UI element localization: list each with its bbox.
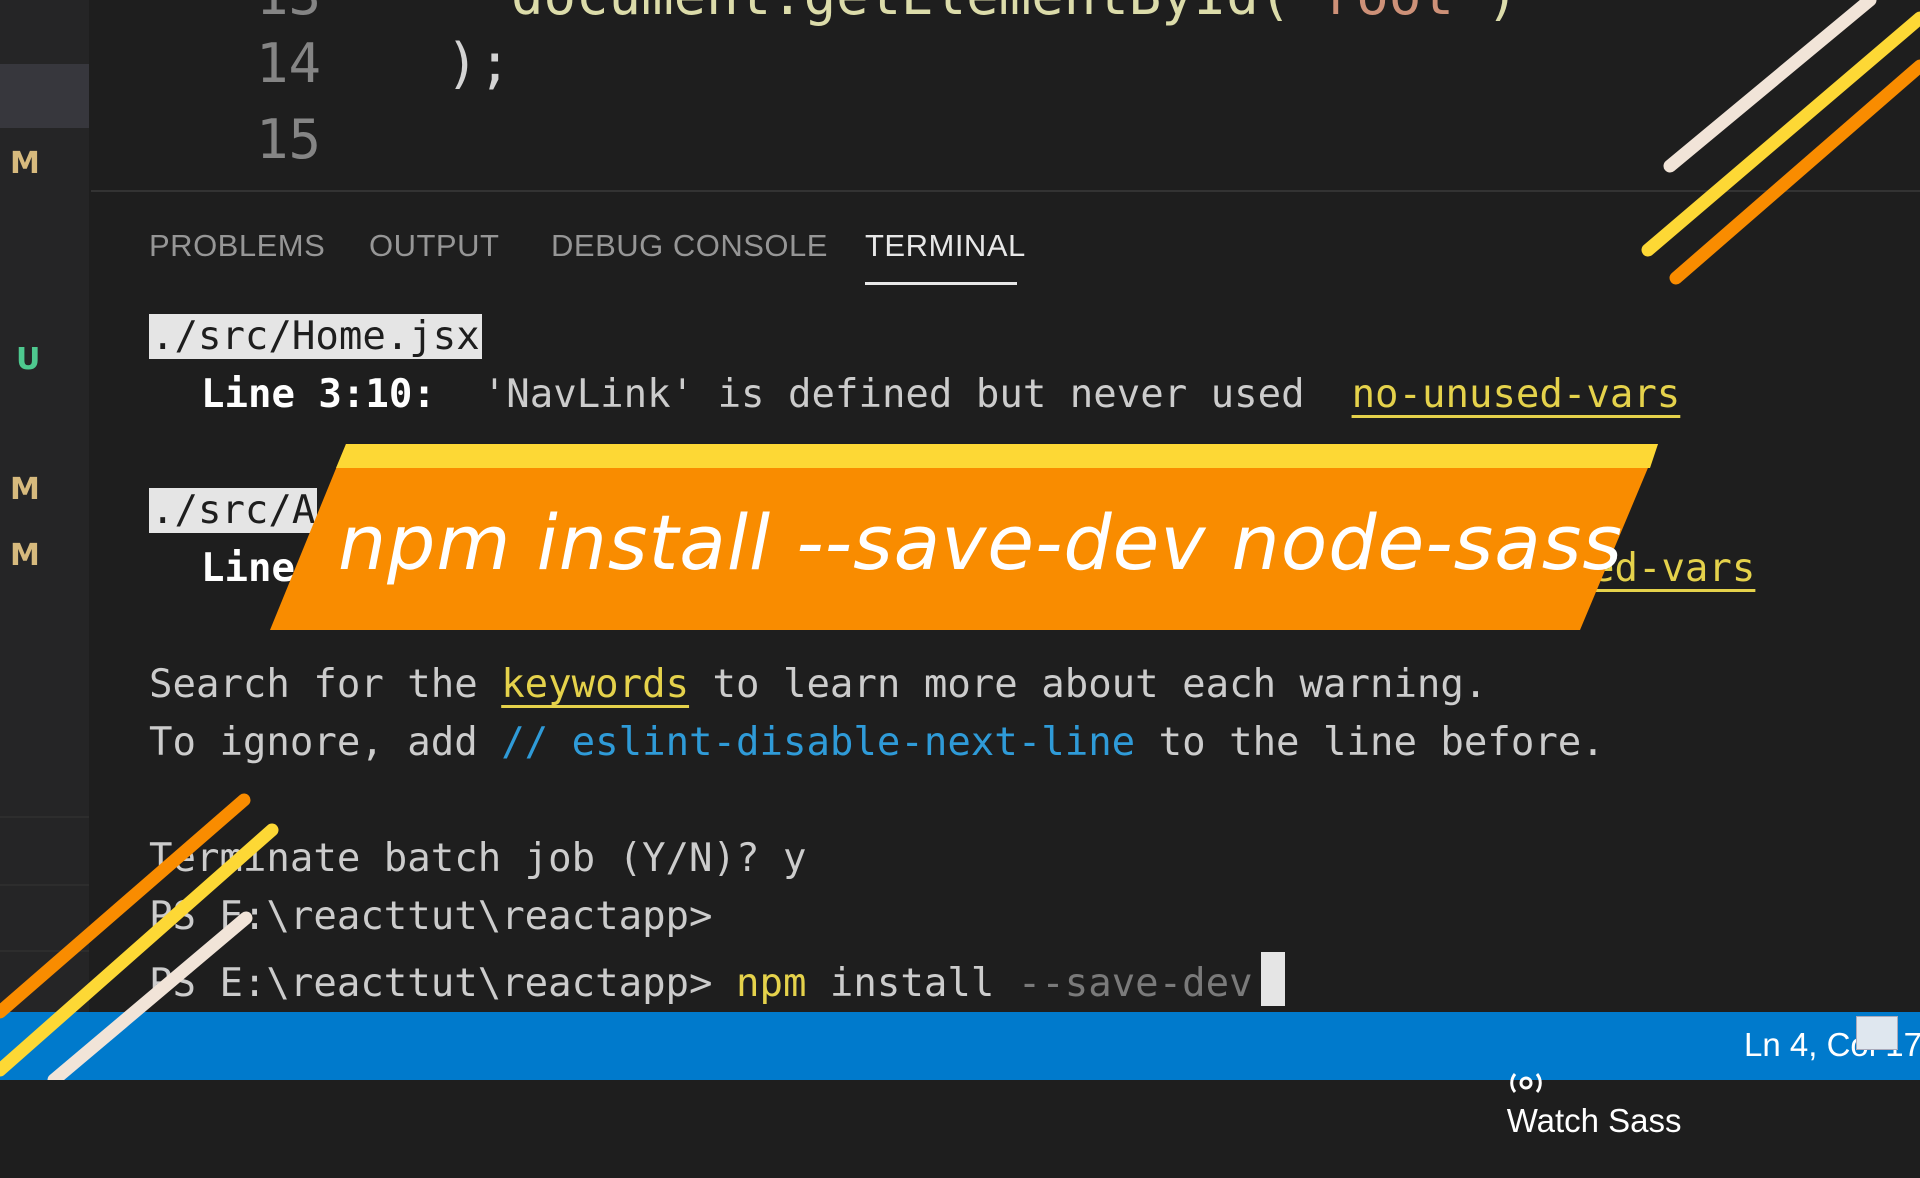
tab-problems[interactable]: PROBLEMS	[149, 228, 325, 264]
code-line[interactable]: document.getElementById('root')	[446, 0, 1519, 27]
explorer-divider	[0, 950, 89, 952]
line-number: 14	[255, 32, 321, 95]
ignore-hint: To ignore, add // eslint-disable-next-li…	[149, 720, 1605, 765]
terminal[interactable]: ./src/Home.jsx Line 3:10: 'NavLink' is d…	[91, 300, 1920, 1012]
status-bar: Watch Sass Ln 4, Col 17	[0, 1012, 1920, 1139]
channel-logo	[1856, 1016, 1898, 1050]
line-number: 15	[255, 108, 321, 171]
warning-line: Line 3:10: 'NavLink' is defined but neve…	[201, 372, 1681, 417]
git-status-modified: M	[10, 146, 40, 181]
tab-debug-console[interactable]: DEBUG CONSOLE	[551, 228, 828, 264]
terminate-prompt: Terminate batch job (Y/N)? y	[149, 836, 807, 881]
explorer-divider	[0, 884, 89, 886]
text-cursor	[1260, 952, 1285, 1006]
shell-command-line[interactable]: PS E:\reacttut\reactapp> npm install --s…	[149, 952, 1285, 1006]
explorer-divider	[0, 816, 89, 818]
rule-name: no-unused-vars	[1351, 372, 1681, 417]
tab-terminal[interactable]: TERMINAL	[865, 228, 1026, 264]
explorer-sidebar: M U M M	[0, 0, 89, 1012]
active-tab-indicator	[865, 282, 1017, 285]
git-status-untracked: U	[16, 342, 41, 377]
shell-prompt: PS E:\reacttut\reactapp>	[149, 894, 713, 939]
git-status-modified: M	[10, 472, 40, 507]
code-editor[interactable]: 13 document.getElementById('root') 14 );…	[91, 0, 1920, 192]
line-number: 13	[201, 0, 321, 27]
broadcast-icon	[1509, 1073, 1542, 1093]
git-status-modified: M	[10, 538, 40, 573]
panel-tabs: PROBLEMS OUTPUT DEBUG CONSOLE TERMINAL	[91, 200, 1391, 290]
watch-sass-button[interactable]: Watch Sass	[1470, 1026, 1682, 1178]
tab-output[interactable]: OUTPUT	[369, 228, 499, 264]
banner-title: npm install --save-dev node-sass	[338, 498, 1623, 587]
code-line[interactable]: );	[446, 32, 511, 95]
warning-file-path: ./src/Home.jsx	[149, 314, 482, 359]
explorer-active-row[interactable]	[0, 64, 89, 128]
search-hint: Search for the keywords to learn more ab…	[149, 662, 1488, 707]
